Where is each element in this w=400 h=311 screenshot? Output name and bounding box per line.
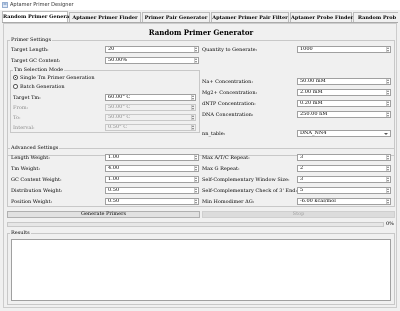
max-g-repeat-spinner[interactable] [386,166,390,171]
quantity-label: Quantity to Generate: [202,47,258,53]
length-weight-spinner[interactable] [194,155,198,160]
target-length-input[interactable]: 20 [105,46,199,53]
tab-primer-pair-generator[interactable]: Primer Pair Generator [142,12,210,22]
max-atc-repeat-input[interactable]: 3 [297,154,391,161]
batch-generation-radio[interactable] [13,84,18,89]
stop-button[interactable]: Stop [202,211,395,218]
tab-bar: Random Primer Generator Aptamer Primer F… [2,11,398,23]
tab-aptamer-probe-finder[interactable]: Aptamer Probe Finder [290,12,353,22]
dntp-concentration-input[interactable]: 0.20 mM [297,100,391,107]
gc-weight-label: GC Content Weight: [11,177,62,183]
progress-percent: 0% [386,221,394,227]
self-comp-window-input[interactable]: 3 [297,176,391,183]
na-concentration-label: Na+ Concentration: [202,79,254,85]
tm-selection-title: Tm Selection Mode [13,67,65,73]
length-weight-input[interactable]: 1.00 [105,154,199,161]
target-tm-spinner[interactable] [191,95,195,100]
mg-concentration-input[interactable]: 2.00 mM [297,89,391,96]
max-atc-repeat-label: Max A/T/C Repeat: [202,155,250,161]
distribution-weight-label: Distribution Weight: [11,188,63,194]
position-weight-label: Position Weight: [11,199,53,205]
window-title: Aptamer Primer Designer [10,2,74,8]
min-homodimer-dg-spinner[interactable] [386,199,390,204]
tab-random-probe[interactable]: Random Prob [353,12,398,22]
tab-aptamer-primer-finder[interactable]: Aptamer Primer Finder [69,12,141,22]
target-length-spinner[interactable] [194,47,198,52]
page-title: Random Primer Generator [148,28,254,37]
mg-concentration-spinner[interactable] [386,90,390,95]
target-gc-label: Target GC Content: [11,58,61,64]
target-gc-input[interactable]: 50.00% [105,57,199,64]
from-input[interactable]: 50.00° C [105,104,196,111]
generate-primers-button[interactable]: Generate Primers [7,211,200,218]
na-concentration-input[interactable]: 50.00 mM [297,78,391,85]
single-tm-radio[interactable] [13,75,18,80]
tm-weight-input[interactable]: 4.00 [105,165,199,172]
chevron-down-icon[interactable] [384,133,388,135]
position-weight-input[interactable]: 0.50 [105,198,199,205]
self-comp-3end-label: Self-Complementary Check of 3' End: [202,188,298,194]
quantity-input[interactable]: 1000 [297,46,391,53]
nn-table-label: nn_table: [202,131,226,137]
self-comp-3end-spinner[interactable] [386,188,390,193]
gc-weight-spinner[interactable] [194,177,198,182]
tm-weight-spinner[interactable] [194,166,198,171]
interval-label: Interval: [13,125,35,131]
gc-weight-input[interactable]: 1.00 [105,176,199,183]
to-input[interactable]: 50.00° C [105,114,196,121]
to-spinner[interactable] [191,115,195,120]
min-homodimer-dg-label: Min Homodimer ΔG: [202,199,255,205]
max-atc-repeat-spinner[interactable] [386,155,390,160]
position-weight-spinner[interactable] [194,199,198,204]
progress-bar [7,222,384,227]
max-g-repeat-label: Max G Repeat: [202,166,240,172]
dna-concentration-label: DNA Concentration: [202,112,254,118]
tab-random-primer-generator[interactable]: Random Primer Generator [2,11,78,22]
to-label: To: [13,115,21,121]
from-spinner[interactable] [191,105,195,110]
tm-weight-label: Tm Weight: [11,166,41,172]
distribution-weight-spinner[interactable] [194,188,198,193]
target-tm-input[interactable]: 60.00° C [105,94,196,101]
self-comp-3end-input[interactable]: 5 [297,187,391,194]
dntp-concentration-label: dNTP Concentration: [202,101,256,107]
single-tm-label[interactable]: Single Tm Primer Generation [20,75,95,81]
length-weight-label: Length Weight: [11,155,50,161]
interval-input[interactable]: 0.50° C [105,124,196,131]
distribution-weight-input[interactable]: 0.50 [105,187,199,194]
target-gc-spinner[interactable] [194,58,198,63]
quantity-spinner[interactable] [386,47,390,52]
self-comp-window-label: Self-Complementary Window Size: [202,177,290,183]
self-comp-window-spinner[interactable] [386,177,390,182]
dna-concentration-spinner[interactable] [386,112,390,117]
dntp-concentration-spinner[interactable] [386,101,390,106]
primer-settings-title: Primer Settings [10,37,53,43]
results-textarea[interactable] [11,239,391,301]
app-icon [2,2,8,8]
tab-aptamer-primer-pair-filter[interactable]: Aptamer Primer Pair Filter [211,12,289,22]
interval-spinner[interactable] [191,125,195,130]
from-label: From: [13,105,29,111]
dna-concentration-input[interactable]: 250.00 nM [297,111,391,118]
batch-generation-label[interactable]: Batch Generation [20,84,65,90]
nn-table-select[interactable]: DNA_NN4 [297,130,391,137]
random-primer-panel: Random Primer Generator Primer Settings … [3,23,397,308]
window-titlebar: Aptamer Primer Designer [0,0,400,10]
target-tm-label: Target Tm: [13,95,41,101]
target-length-label: Target Length: [11,47,49,53]
max-g-repeat-input[interactable]: 2 [297,165,391,172]
mg-concentration-label: Mg2+ Concentration: [202,90,258,96]
results-title: Results [10,230,31,236]
advanced-settings-title: Advanced Settings [10,145,60,151]
na-concentration-spinner[interactable] [386,79,390,84]
min-homodimer-dg-input[interactable]: -6.00 kcal/mol [297,198,391,205]
